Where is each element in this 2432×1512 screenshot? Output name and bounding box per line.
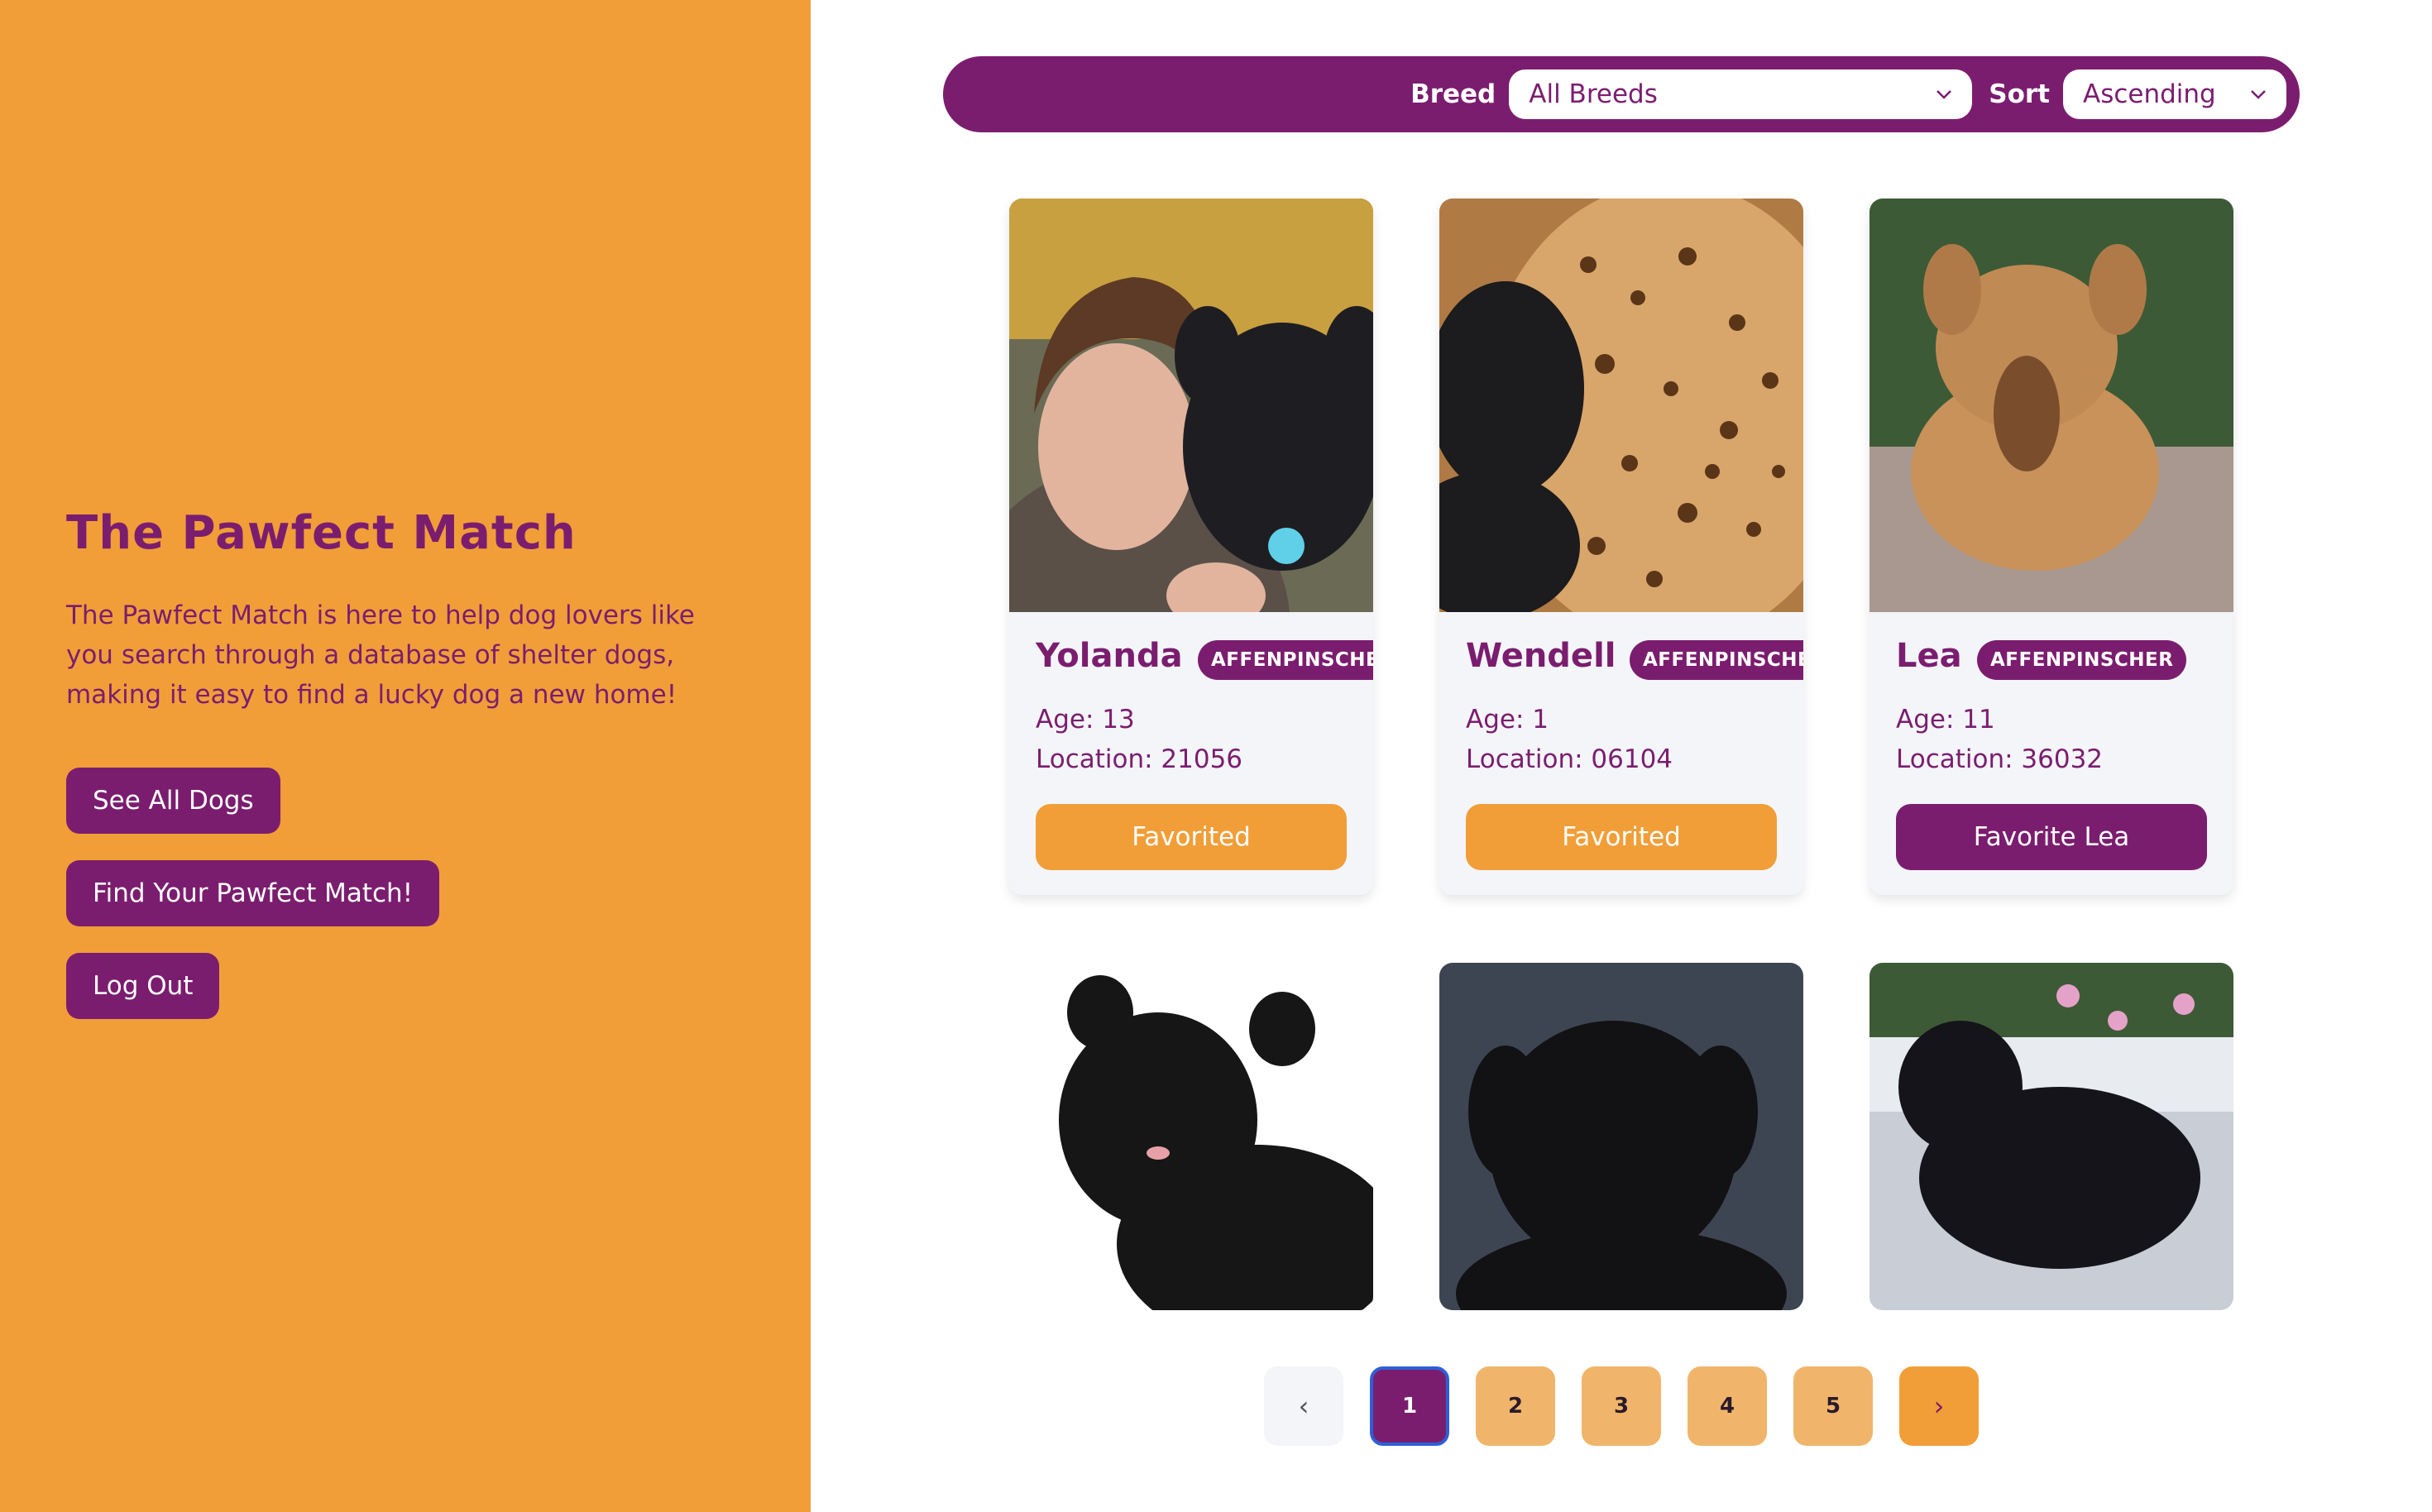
page-4-button[interactable]: 4 <box>1688 1366 1767 1446</box>
favorite-button[interactable]: Favorited <box>1036 804 1347 870</box>
page-1-button[interactable]: 1 <box>1370 1366 1449 1446</box>
next-page-button[interactable]: › <box>1899 1366 1979 1446</box>
card-body: Wendell AFFENPINSCHER Age: 1 Location: 0… <box>1439 612 1803 895</box>
dog-photo <box>1869 199 2233 612</box>
breed-select[interactable]: All Breeds <box>1509 69 1973 119</box>
dog-photo <box>1439 963 1803 1310</box>
dog-age: Age: 1 <box>1466 705 1549 734</box>
favorite-button[interactable]: Favorite Lea <box>1896 804 2207 870</box>
breed-badge: AFFENPINSCHER <box>1630 640 1803 680</box>
app-title: The Pawfect Match <box>66 506 577 560</box>
prev-page-button[interactable]: ‹ <box>1264 1366 1343 1446</box>
sidebar: The Pawfect Match The Pawfect Match is h… <box>0 0 811 1512</box>
card-body: Yolanda AFFENPINSCHER Age: 13 Location: … <box>1009 612 1373 895</box>
dog-location: Location: 21056 <box>1036 744 1243 774</box>
pagination: ‹ 1 2 3 4 5 › <box>1264 1366 1979 1446</box>
dog-name: Yolanda <box>1036 637 1183 675</box>
dog-photo <box>1009 199 1373 612</box>
page-5-button[interactable]: 5 <box>1793 1366 1873 1446</box>
breed-badge: AFFENPINSCHER <box>1977 640 2187 680</box>
chevron-down-icon <box>2250 89 2267 99</box>
dog-card <box>1439 963 1803 1310</box>
filter-bar: Breed All Breeds Sort Ascending <box>943 56 2300 132</box>
dog-location: Location: 36032 <box>1896 744 2104 774</box>
sort-select[interactable]: Ascending <box>2063 69 2286 119</box>
breed-badge: AFFENPINSCHER <box>1198 640 1373 680</box>
app-description: The Pawfect Match is here to help dog lo… <box>66 600 695 710</box>
breed-label: Breed <box>1410 79 1496 109</box>
dog-card <box>1869 963 2233 1310</box>
dog-age: Age: 13 <box>1036 705 1135 734</box>
dog-photo <box>1009 963 1373 1310</box>
log-out-button[interactable]: Log Out <box>66 953 220 1019</box>
find-match-button[interactable]: Find Your Pawfect Match! <box>66 860 440 926</box>
dog-photo <box>1439 199 1803 612</box>
breed-select-value: All Breeds <box>1529 79 1658 109</box>
dog-location: Location: 06104 <box>1466 744 1673 774</box>
dog-card <box>1009 963 1373 1310</box>
dog-photo <box>1869 963 2233 1310</box>
sort-label: Sort <box>1989 79 2050 109</box>
dog-name: Lea <box>1896 637 1962 675</box>
dog-card: Wendell AFFENPINSCHER Age: 1 Location: 0… <box>1439 199 1803 895</box>
favorite-button[interactable]: Favorited <box>1466 804 1777 870</box>
card-body: Lea AFFENPINSCHER Age: 11 Location: 3603… <box>1869 612 2233 895</box>
chevron-down-icon <box>1936 89 1952 99</box>
dog-card: Yolanda AFFENPINSCHER Age: 13 Location: … <box>1009 199 1373 895</box>
see-all-dogs-button[interactable]: See All Dogs <box>66 768 280 834</box>
dog-name: Wendell <box>1466 637 1616 675</box>
page-2-button[interactable]: 2 <box>1476 1366 1555 1446</box>
dog-age: Age: 11 <box>1896 705 1995 734</box>
sort-select-value: Ascending <box>2083 79 2216 109</box>
dog-card: Lea AFFENPINSCHER Age: 11 Location: 3603… <box>1869 199 2233 895</box>
page-3-button[interactable]: 3 <box>1582 1366 1661 1446</box>
